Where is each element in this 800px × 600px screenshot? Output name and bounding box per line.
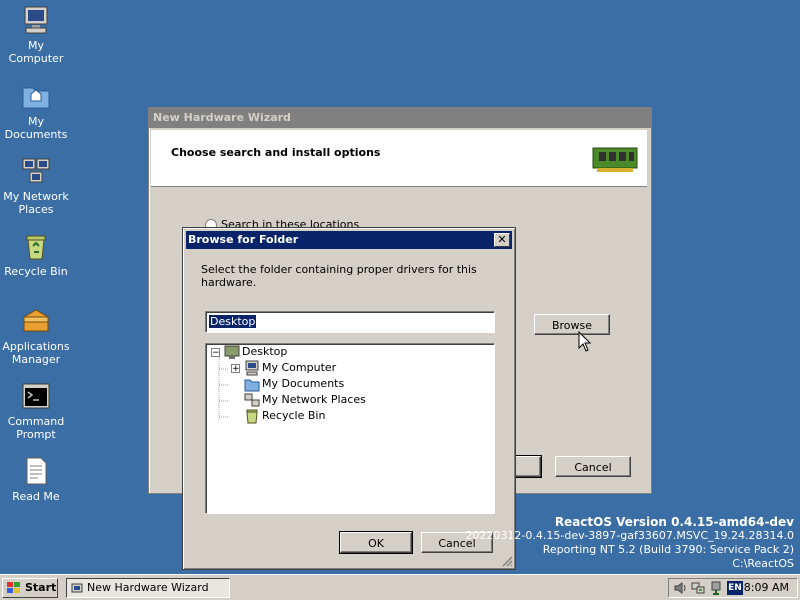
desktop-icon-label: Places — [18, 203, 54, 216]
desktop-icon-label: Read Me — [12, 490, 60, 503]
desktop-icon-label: Command — [7, 415, 65, 428]
desktop-icon-label: Manager — [11, 353, 61, 366]
browse-prompt-text: Select the folder containing proper driv… — [201, 263, 477, 289]
wizard-header: Choose search and install options — [151, 130, 647, 187]
desktop-icon-my-computer[interactable]: My Computer — [2, 4, 70, 65]
tree-item-desktop[interactable]: Desktop — [224, 344, 288, 360]
clock[interactable]: 8:09 AM — [744, 579, 789, 597]
desktop-icon-recycle-bin[interactable]: Recycle Bin — [2, 230, 70, 278]
collapse-desktop-toggle[interactable]: − — [211, 348, 220, 358]
hardware-wizard-icon — [71, 583, 83, 593]
desktop-icon-command-prompt[interactable]: Command Prompt — [2, 380, 70, 441]
desktop-icon-label: Applications — [2, 340, 70, 353]
start-label: Start — [25, 581, 57, 594]
language-indicator[interactable]: EN — [727, 581, 743, 595]
desktop-icon — [224, 345, 240, 359]
taskbar-button-new-hardware-wizard[interactable]: New Hardware Wizard — [66, 578, 230, 598]
wizard-title-bar[interactable]: New Hardware Wizard — [149, 108, 651, 128]
network-places-icon — [22, 158, 50, 183]
version-line-4: C:\ReactOS — [732, 557, 794, 570]
start-logo-icon — [7, 582, 20, 593]
tree-item-label: Recycle Bin — [262, 409, 326, 422]
browse-dialog-title: Browse for Folder — [188, 233, 299, 246]
version-line-1: ReactOS Version 0.4.15-amd64-dev — [554, 515, 794, 529]
documents-folder-icon — [22, 87, 50, 109]
browse-dialog-title-bar[interactable]: Browse for Folder ✕ — [186, 231, 512, 249]
system-tray: EN 8:09 AM — [668, 578, 798, 598]
tree-item-label: My Computer — [262, 361, 337, 374]
safely-remove-hardware-icon[interactable] — [709, 581, 723, 595]
recycle-bin-icon — [26, 235, 46, 260]
desktop-icon-label: Computer — [8, 52, 64, 65]
taskbar: Start New Hardware Wizard EN 8:09 AM — [0, 574, 800, 600]
close-button[interactable]: ✕ — [494, 233, 510, 247]
network-status-icon[interactable] — [691, 581, 705, 595]
close-icon: ✕ — [497, 233, 507, 246]
readme-document-icon — [26, 457, 47, 485]
desktop-icon-label: Prompt — [16, 428, 56, 441]
documents-folder-icon — [244, 379, 260, 392]
next-button[interactable] — [514, 455, 542, 478]
computer-icon — [245, 360, 259, 376]
mouse-cursor-icon — [578, 331, 592, 352]
browse-button[interactable]: Browse — [534, 314, 610, 335]
network-places-icon — [244, 393, 260, 407]
desktop-icon-my-documents[interactable]: My Documents — [2, 80, 70, 141]
applications-manager-icon — [23, 309, 49, 332]
folder-path-input[interactable]: Desktop — [205, 311, 495, 333]
desktop-icon-read-me[interactable]: Read Me — [2, 455, 70, 503]
version-line-3: Reporting NT 5.2 (Build 3790: Service Pa… — [542, 543, 794, 556]
desktop-icon-label: My — [27, 115, 44, 128]
expand-my-computer-toggle[interactable]: + — [231, 364, 240, 374]
hardware-card-icon — [592, 147, 638, 172]
tree-item-label: My Documents — [262, 377, 345, 390]
ok-button[interactable]: OK — [339, 531, 413, 554]
wizard-header-title: Choose search and install options — [171, 146, 381, 159]
tree-item-my-documents[interactable]: My Documents — [244, 376, 344, 392]
start-button[interactable]: Start — [2, 578, 58, 598]
os-version-info: ReactOS Version 0.4.15-amd64-dev 2022031… — [465, 515, 794, 571]
tree-item-label: Desktop — [242, 345, 288, 358]
volume-icon[interactable] — [673, 581, 687, 595]
tree-item-recycle-bin[interactable]: Recycle Bin — [244, 408, 325, 424]
desktop-icon-applications-manager[interactable]: Applications Manager — [2, 305, 70, 366]
desktop-icon-label: Documents — [4, 128, 68, 141]
desktop-icon-network-places[interactable]: My Network Places — [2, 155, 70, 216]
tree-item-label: My Network Places — [262, 393, 366, 406]
version-line-2: 20220312-0.4.15-dev-3897-gaf33607.MSVC_1… — [465, 529, 794, 542]
tree-item-my-computer[interactable]: My Computer — [244, 360, 336, 376]
desktop-icon-label: My Network — [3, 190, 69, 203]
tree-item-my-network-places[interactable]: My Network Places — [244, 392, 366, 408]
folder-tree[interactable]: − Desktop + My Computer My Documents My … — [205, 343, 495, 514]
desktop-icon-label: Recycle Bin — [4, 265, 68, 278]
wizard-cancel-button[interactable]: Cancel — [555, 456, 631, 477]
command-prompt-icon — [22, 383, 50, 409]
folder-path-value: Desktop — [209, 315, 257, 328]
computer-icon — [24, 6, 48, 34]
desktop-icon-label: My — [27, 39, 44, 52]
recycle-bin-icon — [246, 409, 258, 424]
taskbar-button-label: New Hardware Wizard — [87, 581, 209, 594]
